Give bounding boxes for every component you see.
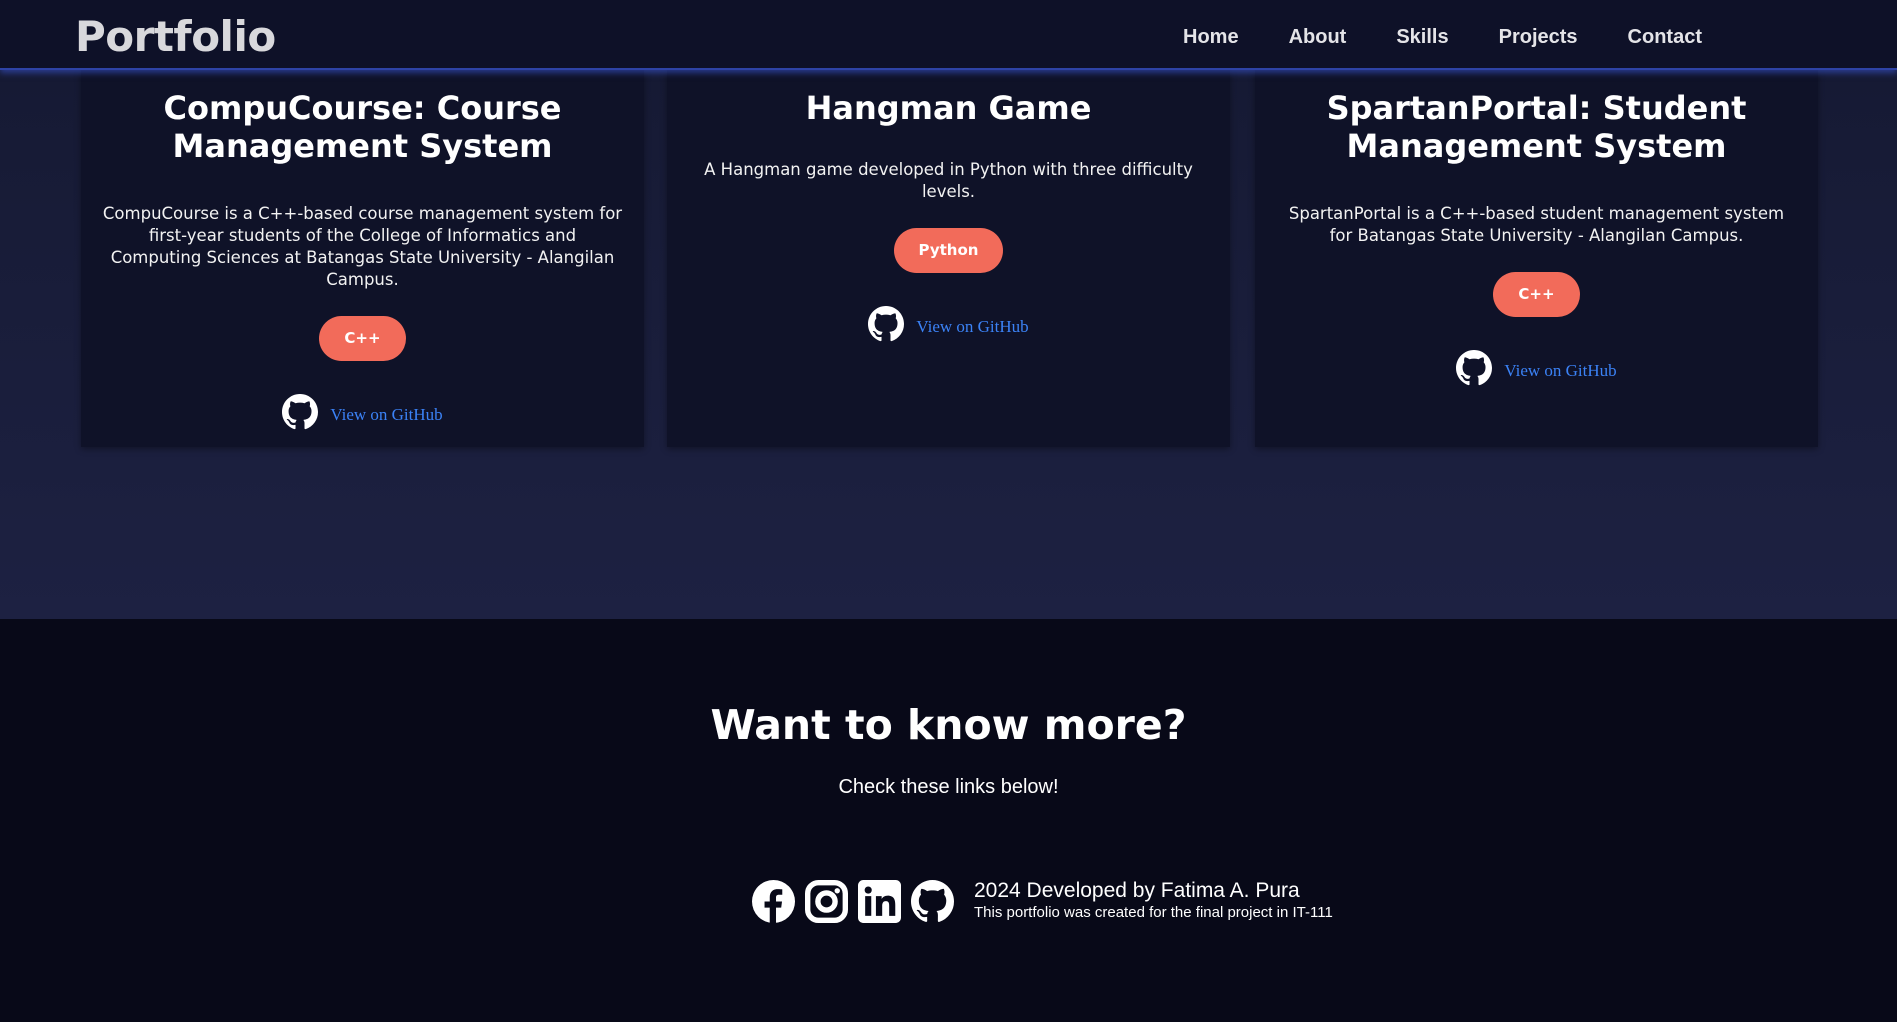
project-title: SpartanPortal: Student Management System (1326, 89, 1747, 165)
github-link-row[interactable]: View on GitHub (667, 306, 1230, 347)
tech-tag[interactable]: Python (893, 228, 1004, 273)
github-link[interactable]: View on GitHub (916, 317, 1028, 337)
github-icon[interactable] (911, 879, 954, 923)
footer: Want to know more? Check these links bel… (0, 619, 1897, 1022)
footer-bottom: 2024 Developed by Fatima A. Pura This po… (752, 879, 1333, 923)
tech-tag[interactable]: C++ (1493, 272, 1580, 317)
credit-block: 2024 Developed by Fatima A. Pura This po… (974, 879, 1333, 923)
nav-home[interactable]: Home (1183, 26, 1239, 49)
instagram-icon[interactable] (805, 879, 848, 923)
project-title: Hangman Game (805, 89, 1092, 127)
project-description: SpartanPortal is a C++-based student man… (1288, 204, 1785, 245)
github-icon[interactable] (1456, 350, 1493, 391)
project-card-spartanportal: SpartanPortal: Student Management System… (1255, 70, 1818, 447)
credit-note: This portfolio was created for the final… (974, 904, 1333, 921)
footer-subtitle: Check these links below! (838, 776, 1059, 798)
project-card-hangman: Hangman Game A Hangman game developed in… (667, 70, 1230, 447)
nav-projects[interactable]: Projects (1499, 26, 1578, 49)
github-link-row[interactable]: View on GitHub (1255, 350, 1818, 391)
nav-skills[interactable]: Skills (1396, 26, 1448, 49)
tech-tag[interactable]: C++ (319, 316, 406, 361)
nav-links: Home About Skills Projects Contact (1133, 26, 1702, 49)
footer-title: Want to know more? (710, 701, 1187, 749)
social-links (752, 879, 954, 923)
linkedin-icon[interactable] (858, 879, 901, 923)
credit-text: 2024 Developed by Fatima A. Pura (974, 879, 1300, 902)
navbar: Portfolio Home About Skills Projects Con… (0, 0, 1897, 70)
github-icon[interactable] (868, 306, 905, 347)
projects-section: CompuCourse: Course Management System Co… (0, 70, 1897, 619)
project-description: A Hangman game developed in Python with … (704, 160, 1193, 201)
github-icon[interactable] (282, 394, 319, 435)
nav-about[interactable]: About (1289, 26, 1347, 49)
brand-logo[interactable]: Portfolio (75, 12, 276, 61)
project-title: CompuCourse: Course Management System (163, 89, 562, 165)
project-description: CompuCourse is a C++-based course manage… (102, 204, 623, 289)
nav-contact[interactable]: Contact (1628, 26, 1702, 49)
github-link[interactable]: View on GitHub (330, 405, 442, 425)
facebook-icon[interactable] (752, 879, 795, 923)
github-link[interactable]: View on GitHub (1504, 361, 1616, 381)
github-link-row[interactable]: View on GitHub (81, 394, 644, 435)
project-card-compucourse: CompuCourse: Course Management System Co… (81, 70, 644, 447)
